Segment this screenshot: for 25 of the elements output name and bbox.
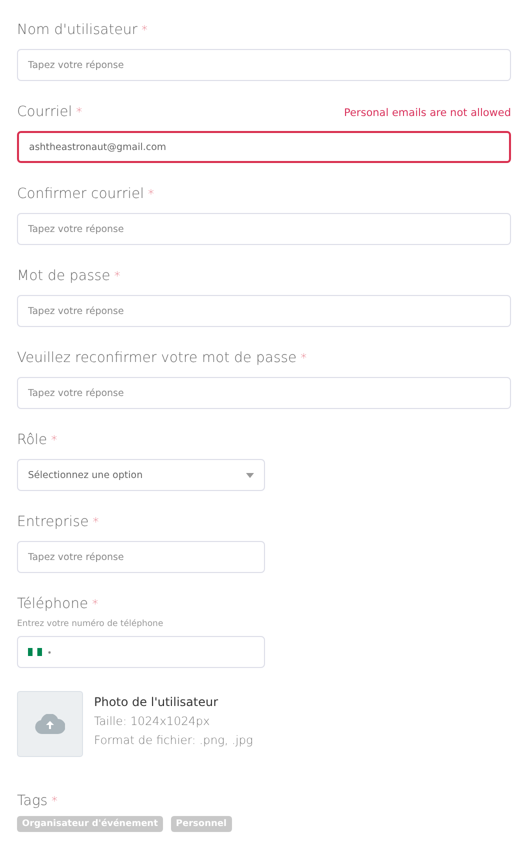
input-field[interactable]: Tapez votre réponse	[17, 377, 511, 409]
error-message: Personal emails are not allowed	[344, 107, 511, 119]
field-label: Nom d'utilisateur *	[17, 22, 148, 38]
photo-title: Photo de l'utilisateur	[94, 695, 220, 709]
field-label: Tags *	[17, 793, 58, 809]
flag-icon	[28, 648, 42, 656]
select-field[interactable]: Sélectionnez une option	[17, 459, 265, 491]
input-field[interactable]: Tapez votre réponse	[17, 49, 511, 81]
field-label: Confirmer courriel *	[17, 186, 154, 202]
field-label: Mot de passe *	[17, 268, 120, 284]
photo-info: Taille: 1024x1024px	[94, 714, 211, 728]
photo-info: Format de fichier: .png, .jpg	[94, 733, 253, 747]
input-field[interactable]: Tapez votre réponse	[17, 541, 265, 573]
phone-field[interactable]	[17, 636, 265, 668]
input-field[interactable]: ashtheastronaut@gmail.com	[17, 131, 511, 163]
field-label: Entreprise *	[17, 514, 99, 530]
field-label: Téléphone *	[17, 596, 98, 612]
input-field[interactable]: Tapez votre réponse	[17, 213, 511, 245]
upload-dropzone[interactable]	[17, 691, 83, 757]
input-field[interactable]: Tapez votre réponse	[17, 295, 511, 327]
field-hint: Entrez votre numéro de téléphone	[17, 619, 164, 629]
field-label: Veuillez reconfirmer votre mot de passe *	[17, 350, 307, 366]
field-label: Courriel *	[17, 104, 82, 120]
cloud-upload-icon	[35, 714, 65, 734]
field-label: Rôle *	[17, 432, 58, 448]
